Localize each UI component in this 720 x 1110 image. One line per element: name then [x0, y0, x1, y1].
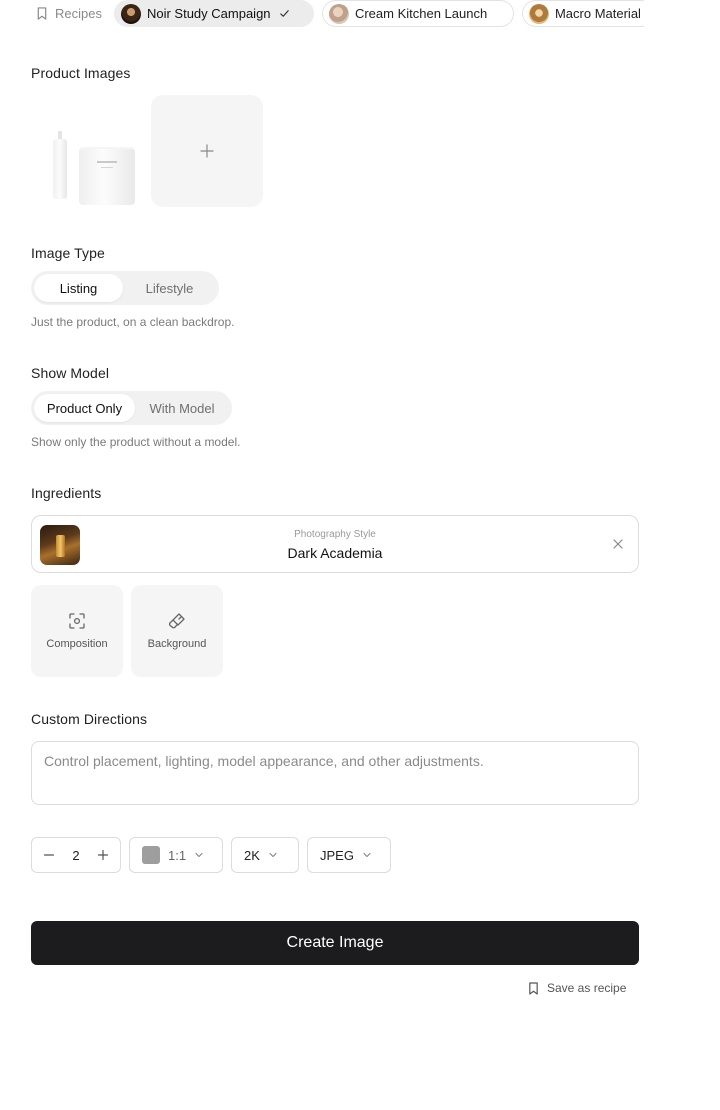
- resolution-select[interactable]: 2K: [231, 837, 299, 873]
- image-type-helper: Just the product, on a clean backdrop.: [31, 315, 235, 329]
- increment-button[interactable]: [96, 848, 110, 862]
- recipe-avatar: [120, 3, 141, 24]
- minus-icon: [43, 854, 55, 856]
- jar-label-shape: [97, 161, 117, 163]
- check-icon: [279, 10, 289, 17]
- recipe-chip-label: Cream Kitchen Launch: [354, 6, 488, 21]
- image-type-title: Image Type: [31, 245, 105, 261]
- show-model-toggle: Product Only With Model: [31, 391, 232, 425]
- recipe-chip-label: Noir Study Campaign: [146, 6, 271, 21]
- custom-directions-title: Custom Directions: [31, 711, 148, 727]
- recipe-chip-macro-material[interactable]: Macro Material: [521, 0, 644, 27]
- show-model-product-only[interactable]: Product Only: [34, 394, 135, 422]
- format-select[interactable]: JPEG: [307, 837, 391, 873]
- background-tile[interactable]: Background: [131, 585, 223, 677]
- add-image-button[interactable]: [151, 95, 263, 207]
- save-as-recipe-label: Save as recipe: [547, 981, 627, 995]
- recipe-chip-cream-kitchen[interactable]: Cream Kitchen Launch: [321, 0, 514, 27]
- show-model-helper: Show only the product without a model.: [31, 435, 241, 449]
- recipes-bar: Recipes Noir Study Campaign Cream Kitche…: [30, 0, 644, 27]
- ingredient-card-photography-style[interactable]: Photography Style Dark Academia: [31, 515, 639, 573]
- recipe-avatar: [528, 3, 549, 24]
- product-images-title: Product Images: [31, 65, 131, 81]
- image-type-lifestyle[interactable]: Lifestyle: [123, 274, 216, 302]
- jar-shape: [79, 147, 135, 205]
- recipe-chip-noir-study[interactable]: Noir Study Campaign: [113, 0, 314, 27]
- composition-label: Composition: [46, 638, 108, 650]
- ingredient-name: Dark Academia: [287, 545, 383, 561]
- format-value: JPEG: [320, 847, 354, 863]
- aspect-ratio-swatch: [142, 846, 160, 864]
- background-label: Background: [147, 638, 207, 650]
- focus-frame-icon: [69, 613, 85, 629]
- bookmark-icon: [37, 7, 47, 20]
- jar-label-shape: [101, 167, 113, 168]
- aspect-ratio-select[interactable]: 1:1: [129, 837, 223, 873]
- bottle-shape: [53, 139, 67, 199]
- image-count-value[interactable]: 2: [72, 848, 79, 863]
- ingredients-title: Ingredients: [31, 485, 102, 501]
- custom-directions-input[interactable]: [31, 741, 639, 805]
- image-type-listing[interactable]: Listing: [34, 274, 123, 302]
- paintbrush-icon: [168, 613, 185, 629]
- recipe-avatar: [328, 3, 349, 24]
- resolution-value: 2K: [244, 847, 260, 863]
- bookmark-icon: [529, 981, 538, 995]
- save-as-recipe-button[interactable]: Save as recipe: [528, 981, 626, 995]
- chevron-down-icon: [269, 852, 277, 858]
- ingredient-category: Photography Style: [294, 529, 376, 540]
- aspect-ratio-value: 1:1: [168, 847, 187, 863]
- plus-icon: [97, 849, 109, 861]
- product-image-thumbnail[interactable]: [31, 95, 143, 207]
- close-icon[interactable]: [612, 538, 624, 550]
- decrement-button[interactable]: [42, 848, 56, 862]
- chevron-down-icon: [363, 852, 371, 858]
- image-count-stepper: 2: [31, 837, 121, 873]
- create-image-button[interactable]: Create Image: [31, 921, 639, 965]
- plus-icon: [200, 144, 214, 158]
- chevron-down-icon: [195, 852, 203, 858]
- recipe-chip-label: Macro Material: [554, 6, 641, 21]
- recipes-label-text: Recipes: [55, 6, 102, 21]
- recipes-label[interactable]: Recipes: [30, 6, 102, 21]
- show-model-title: Show Model: [31, 365, 110, 381]
- show-model-with-model[interactable]: With Model: [135, 394, 229, 422]
- composition-tile[interactable]: Composition: [31, 585, 123, 677]
- image-type-toggle: Listing Lifestyle: [31, 271, 219, 305]
